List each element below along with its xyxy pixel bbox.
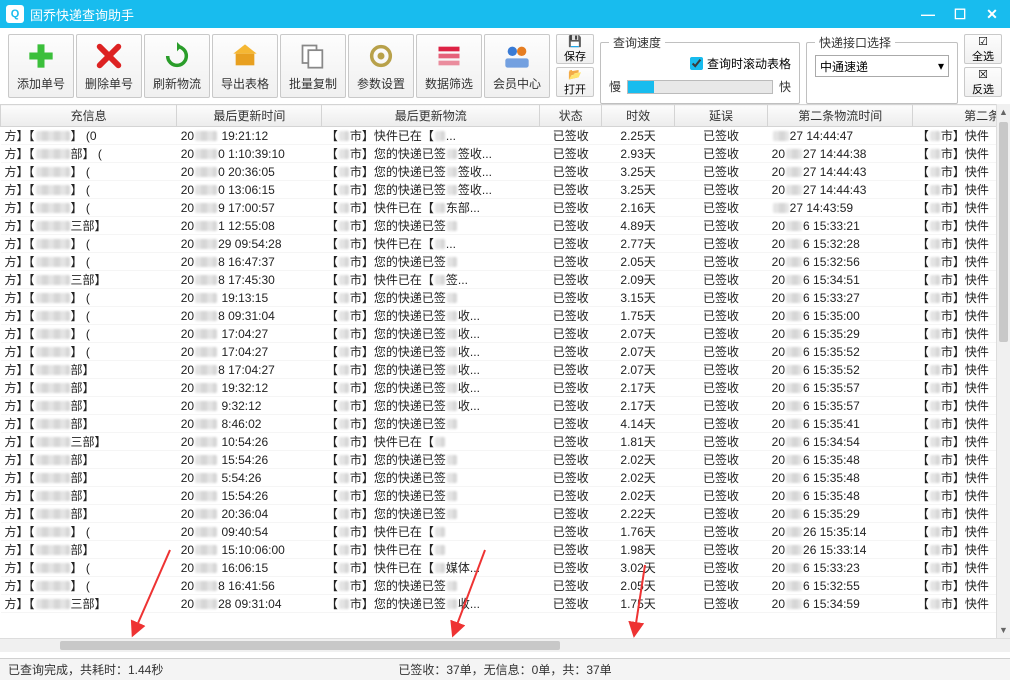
export-icon bbox=[230, 41, 260, 71]
select-all-icon: ☑ bbox=[978, 35, 988, 48]
col-second-info[interactable]: 第二条物流信息 bbox=[913, 105, 996, 127]
scroll-up-icon[interactable]: ▲ bbox=[997, 104, 1010, 120]
invert-select-button[interactable]: ☒反选 bbox=[964, 67, 1002, 97]
minimize-button[interactable]: — bbox=[916, 4, 940, 24]
app-logo-icon: Q bbox=[6, 5, 24, 23]
plus-icon bbox=[26, 41, 56, 71]
table-row[interactable]: 方】【xxxxxx部】20xxxx 9:32:12【xx市】您的快递已签xx收.… bbox=[1, 397, 997, 415]
chevron-down-icon: ▾ bbox=[938, 59, 944, 73]
slider-thumb bbox=[628, 81, 654, 93]
col-last-logistics[interactable]: 最后更新物流 bbox=[322, 105, 540, 127]
people-icon bbox=[502, 41, 532, 71]
courier-select[interactable]: 中通速递 ▾ bbox=[815, 55, 949, 77]
col-status[interactable]: 状态 bbox=[540, 105, 602, 127]
table-row[interactable]: 方】【xxxxxx】 (20xxxx0 20:36:05【xx市】您的快递已签x… bbox=[1, 163, 997, 181]
slow-label: 慢 bbox=[609, 78, 621, 95]
refresh-button[interactable]: 刷新物流 bbox=[144, 34, 210, 98]
export-button[interactable]: 导出表格 bbox=[212, 34, 278, 98]
col-second-time[interactable]: 第二条物流时间 bbox=[768, 105, 913, 127]
save-button[interactable]: 💾保存 bbox=[556, 34, 594, 64]
data-filter-button[interactable]: 数据筛选 bbox=[416, 34, 482, 98]
table-row[interactable]: 方】【xxxxxx】 (020xxxx 19:21:12【xx市】快件已在【xx… bbox=[1, 127, 997, 145]
scroll-thumb[interactable] bbox=[999, 122, 1008, 342]
table-area: 充信息 最后更新时间 最后更新物流 状态 时效 延误 第二条物流时间 第二条物流… bbox=[0, 104, 1010, 652]
table-row[interactable]: 方】【xxxxxx部】20xxxx8 17:04:27【xx市】您的快递已签xx… bbox=[1, 361, 997, 379]
courier-interface-panel: 快递接口选择 中通速递 ▾ bbox=[806, 34, 958, 104]
copy-icon bbox=[298, 41, 328, 71]
query-speed-panel: 查询速度 查询时滚动表格 慢 快 bbox=[600, 34, 800, 104]
table-row[interactable]: 方】【xxxxxx部】20xxxx 15:54:26【xx市】您的快递已签xx已… bbox=[1, 487, 997, 505]
app-title: 固乔快递查询助手 bbox=[30, 5, 134, 24]
titlebar: Q 固乔快递查询助手 — ☐ ✕ bbox=[0, 0, 1010, 28]
table-row[interactable]: 方】【xxxxxx】 (20xxxx8 16:47:37【xx市】您的快递已签x… bbox=[1, 253, 997, 271]
table-row[interactable]: 方】【xxxxxx】 (20xxxx 09:40:54【xx市】快件已在【xx已… bbox=[1, 523, 997, 541]
speed-slider[interactable] bbox=[627, 80, 773, 94]
table-row[interactable]: 方】【xxxxxx】 (20xxxx 19:13:15【xx市】您的快递已签xx… bbox=[1, 289, 997, 307]
results-table[interactable]: 充信息 最后更新时间 最后更新物流 状态 时效 延误 第二条物流时间 第二条物流… bbox=[0, 104, 996, 613]
vertical-scrollbar[interactable]: ▲ ▼ bbox=[996, 104, 1010, 638]
table-row[interactable]: 方】【xxxxxx】 (20xxxx9 17:00:57【xx市】快件已在【xx… bbox=[1, 199, 997, 217]
batch-copy-button[interactable]: 批量复制 bbox=[280, 34, 346, 98]
settings-button[interactable]: 参数设置 bbox=[348, 34, 414, 98]
col-delay[interactable]: 延误 bbox=[674, 105, 767, 127]
table-row[interactable]: 方】【xxxxxx】 (20xxxx8 16:41:56【xx市】您的快递已签x… bbox=[1, 577, 997, 595]
status-center: 已签收：37单，无信息：0单，共：37单 bbox=[398, 661, 611, 678]
table-row[interactable]: 方】【xxxxxx】 (20xxxx29 09:54:28【xx市】快件已在【x… bbox=[1, 235, 997, 253]
x-icon bbox=[94, 41, 124, 71]
table-row[interactable]: 方】【xxxxxx部】20xxxx 20:36:04【xx市】您的快递已签xx已… bbox=[1, 505, 997, 523]
col-info[interactable]: 充信息 bbox=[1, 105, 177, 127]
table-header-row: 充信息 最后更新时间 最后更新物流 状态 时效 延误 第二条物流时间 第二条物流… bbox=[1, 105, 997, 127]
select-all-button[interactable]: ☑全选 bbox=[964, 34, 1002, 64]
horizontal-scrollbar[interactable] bbox=[0, 638, 1010, 652]
scroll-on-query-label: 查询时滚动表格 bbox=[707, 55, 791, 72]
table-row[interactable]: 方】【xxxxxx部】20xxxx 15:10:06:00【xx市】快件已在【x… bbox=[1, 541, 997, 559]
scroll-on-query-checkbox[interactable] bbox=[690, 57, 703, 70]
gear-icon bbox=[366, 41, 396, 71]
table-row[interactable]: 方】【xxxxxx】 (20xxxx 17:04:27【xx市】您的快递已签xx… bbox=[1, 343, 997, 361]
table-row[interactable]: 方】【xxxxxx三部】20xxxx8 17:45:30【xx市】快件已在【xx… bbox=[1, 271, 997, 289]
delete-number-button[interactable]: 删除单号 bbox=[76, 34, 142, 98]
refresh-icon bbox=[162, 41, 192, 71]
invert-icon: ☒ bbox=[978, 68, 988, 81]
maximize-button[interactable]: ☐ bbox=[948, 4, 972, 24]
table-row[interactable]: 方】【xxxxxx三部】20xxxx 10:54:26【xx市】快件已在【xx已… bbox=[1, 433, 997, 451]
filter-icon bbox=[434, 41, 464, 71]
fast-label: 快 bbox=[779, 78, 791, 95]
table-row[interactable]: 方】【xxxxxx三部】20xxxx1 12:55:08【xx市】您的快递已签x… bbox=[1, 217, 997, 235]
table-row[interactable]: 方】【xxxxxx】 (20xxxx 16:06:15【xx市】快件已在【xx媒… bbox=[1, 559, 997, 577]
table-row[interactable]: 方】【xxxxxx三部】20xxxx28 09:31:04【xx市】您的快递已签… bbox=[1, 595, 997, 613]
table-row[interactable]: 方】【xxxxxx】 (20xxxx8 09:31:04【xx市】您的快递已签x… bbox=[1, 307, 997, 325]
scroll-thumb-h[interactable] bbox=[60, 641, 560, 650]
add-number-button[interactable]: 添加单号 bbox=[8, 34, 74, 98]
table-row[interactable]: 方】【xxxxxx】 (20xxxx0 13:06:15【xx市】您的快递已签x… bbox=[1, 181, 997, 199]
col-last-update-time[interactable]: 最后更新时间 bbox=[177, 105, 322, 127]
table-row[interactable]: 方】【xxxxxx】 (20xxxx 17:04:27【xx市】您的快递已签xx… bbox=[1, 325, 997, 343]
col-timing[interactable]: 时效 bbox=[602, 105, 675, 127]
statusbar: 已查询完成，共耗时：1.44秒 已签收：37单，无信息：0单，共：37单 bbox=[0, 658, 1010, 680]
vip-center-button[interactable]: 会员中心 bbox=[484, 34, 550, 98]
close-button[interactable]: ✕ bbox=[980, 4, 1004, 24]
table-row[interactable]: 方】【xxxxxx部】20xxxx 19:32:12【xx市】您的快递已签xx收… bbox=[1, 379, 997, 397]
toolbar: 添加单号 删除单号 刷新物流 导出表格 批量复制 参数设置 数据筛选 会员中心 bbox=[0, 28, 1010, 111]
table-row[interactable]: 方】【xxxxxx部】20xxxx 5:54:26【xx市】您的快递已签xx已签… bbox=[1, 469, 997, 487]
open-button[interactable]: 📂打开 bbox=[556, 67, 594, 97]
table-row[interactable]: 方】【xxxxxx部】 (20xxxx0 1:10:39:10【xx市】您的快递… bbox=[1, 145, 997, 163]
save-icon: 💾 bbox=[568, 35, 582, 48]
status-left: 已查询完成，共耗时：1.44秒 bbox=[8, 661, 163, 678]
scroll-down-icon[interactable]: ▼ bbox=[997, 622, 1010, 638]
table-row[interactable]: 方】【xxxxxx部】20xxxx 15:54:26【xx市】您的快递已签xx已… bbox=[1, 451, 997, 469]
open-icon: 📂 bbox=[568, 68, 582, 81]
table-row[interactable]: 方】【xxxxxx部】20xxxx 8:46:02【xx市】您的快递已签xx已签… bbox=[1, 415, 997, 433]
